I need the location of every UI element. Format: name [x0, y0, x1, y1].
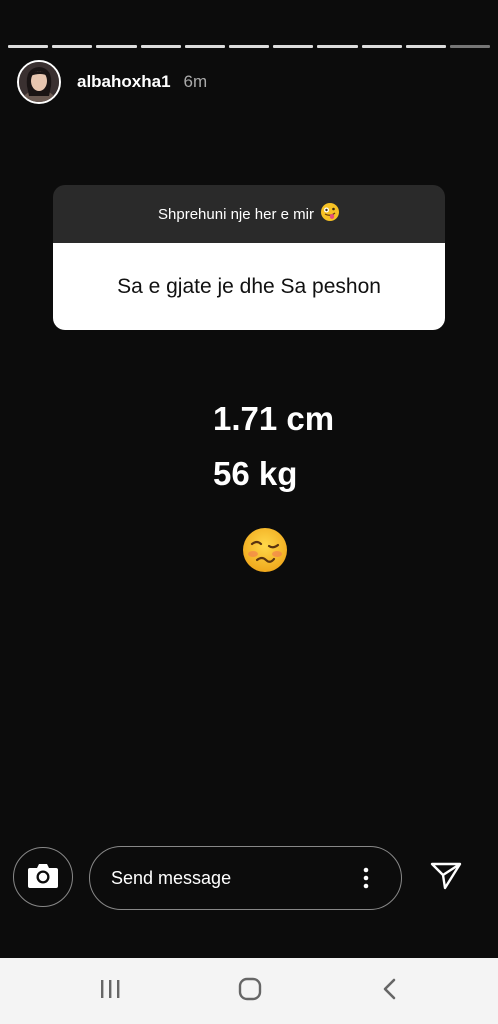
progress-segment: [361, 45, 402, 48]
back-button[interactable]: [372, 975, 408, 1007]
question-header: Shprehuni nje her e mir: [53, 185, 445, 243]
story-progress-bar: [8, 45, 491, 48]
progress-segment: [405, 45, 446, 48]
progress-segment: [96, 45, 137, 48]
send-message-placeholder: Send message: [111, 867, 232, 888]
answer-weight: 56 kg: [213, 455, 298, 492]
woozy-face-emoji-icon: [242, 527, 288, 573]
recent-apps-icon: [98, 978, 122, 1005]
camera-icon: [27, 861, 59, 894]
home-button[interactable]: [232, 975, 268, 1007]
answer-height: 1.71 cm: [213, 400, 335, 437]
username[interactable]: albahoxha1: [77, 72, 171, 92]
more-vertical-icon[interactable]: [351, 863, 381, 893]
progress-segment: [8, 45, 49, 48]
progress-segment: [184, 45, 225, 48]
question-text: Sa e gjate je dhe Sa peshon: [53, 243, 445, 330]
progress-segment: [140, 45, 181, 48]
story-view[interactable]: albahoxha1 6m Shprehuni nje her e mir Sa…: [0, 0, 498, 958]
story-header: albahoxha1 6m: [17, 60, 207, 104]
recent-apps-button[interactable]: [92, 975, 128, 1007]
send-icon: [430, 861, 462, 896]
progress-segment-current: [449, 45, 491, 48]
story-time: 6m: [183, 72, 208, 91]
question-prompt: Shprehuni nje her e mir: [158, 205, 314, 223]
progress-segment: [52, 45, 93, 48]
message-composer: Send message: [0, 843, 498, 913]
send-message-input[interactable]: Send message: [89, 846, 402, 910]
question-sticker: Shprehuni nje her e mir Sa e gjate je dh…: [53, 185, 445, 330]
android-navigation-bar: [0, 958, 498, 1024]
avatar[interactable]: [17, 60, 61, 104]
back-icon: [380, 977, 400, 1006]
progress-segment: [273, 45, 314, 48]
home-icon: [237, 976, 263, 1007]
send-button[interactable]: [428, 860, 464, 896]
progress-segment: [228, 45, 270, 48]
camera-button[interactable]: [13, 847, 73, 907]
progress-segment: [317, 45, 358, 48]
zany-face-emoji-icon: [320, 202, 340, 226]
